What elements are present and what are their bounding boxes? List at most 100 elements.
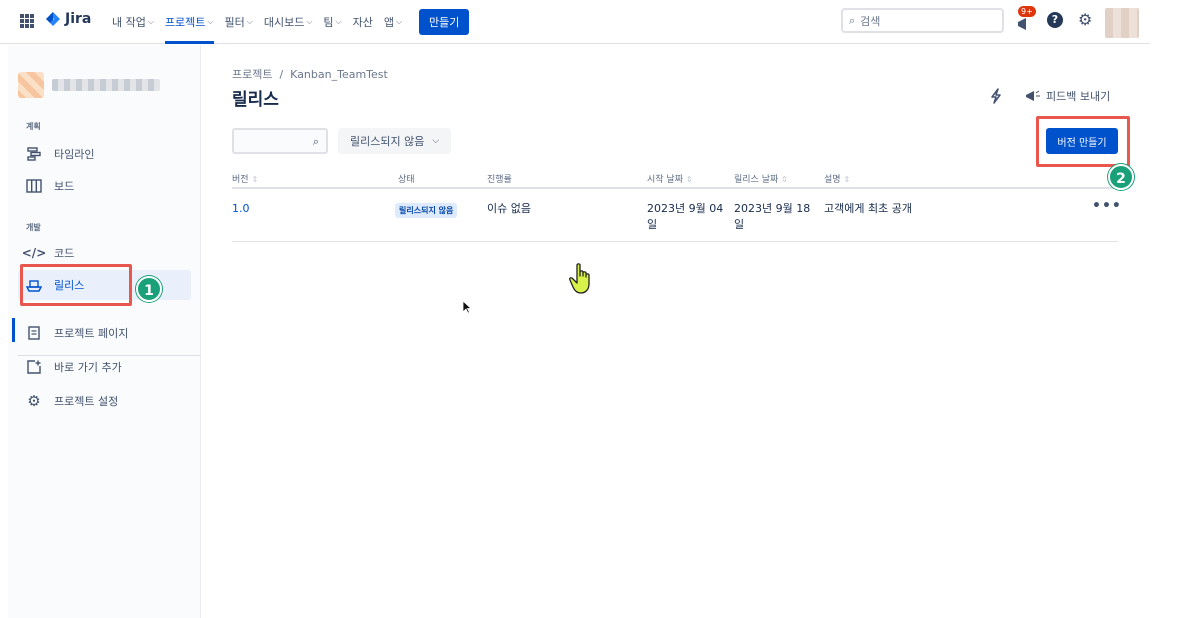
release-date: 2023년 9월 18 일 [734,202,811,231]
chevron-down-icon: ⌵ [432,136,440,146]
nav-label: 대시보드 [263,16,305,29]
version-search-input[interactable]: ⌕ [232,128,328,154]
column-label: 진행률 [487,175,512,185]
chevron-down-icon: ⌵ [335,17,342,26]
sidebar-item-project-settings[interactable]: ⚙ 프로젝트 설정 [18,386,191,416]
version-link[interactable]: 1.0 [232,201,250,217]
hand-cursor-icon [568,263,594,302]
project-sidebar: 계획 타임라인 보드 개발 </> 코드 릴리스 프로젝트 페이지 바로 가기 … [8,45,201,618]
table-row-divider [232,241,1118,242]
sidebar-item-timeline[interactable]: 타임라인 [18,139,191,169]
chevron-down-icon: ⌵ [246,17,253,26]
highlight-box-releases [20,264,132,306]
notifications-button[interactable]: 9+ [1015,6,1037,32]
search-icon: ⌕ [312,135,319,148]
sort-icon: ⇕ [685,175,693,184]
megaphone-icon [1018,18,1026,30]
nav-projects[interactable]: 프로젝트 ⌵ [164,0,214,44]
nav-dashboards[interactable]: 대시보드 ⌵ [264,0,313,44]
feedback-button[interactable]: 피드백 보내기 [1025,88,1110,104]
lightning-icon[interactable] [990,88,1002,108]
release-status-filter[interactable]: 릴리스되지 않음 ⌵ [338,128,452,154]
step-badge-2: 2 [1108,164,1134,190]
page-title: 릴리스 [232,90,279,110]
page-icon [26,325,42,341]
feedback-label: 피드백 보내기 [1046,90,1111,103]
column-header-version[interactable]: 버전 ⇕ [232,172,258,185]
chevron-down-icon: ⌵ [395,17,403,26]
arrow-cursor-icon [462,300,473,317]
nav-apps[interactable]: 앱 ⌵ [384,0,402,44]
column-label: 설명 [824,175,841,185]
jira-logo[interactable]: Jira [45,11,91,27]
app-switcher-icon[interactable] [20,14,34,28]
sort-icon: ⇕ [781,175,788,184]
code-icon: </> [21,246,47,260]
nav-label: 자산 [352,16,373,29]
step-badge-1: 1 [136,276,162,302]
jira-logo-icon [46,12,60,26]
sidebar-item-board[interactable]: 보드 [18,171,191,201]
sidebar-item-label: 코드 [54,247,75,260]
nav-label: 내 작업 [112,16,146,29]
nav-teams[interactable]: 팀 ⌵ [323,0,341,44]
column-header-start-date[interactable]: 시작 날짜 ⇕ [647,172,693,185]
column-label: 버전 [232,175,249,185]
filter-label: 릴리스되지 않음 [350,135,425,148]
nav-my-work[interactable]: 내 작업 ⌵ [112,0,154,44]
chevron-down-icon: ⌵ [147,17,154,26]
section-label-planning: 계획 [26,122,41,131]
column-header-description[interactable]: 설명 ⇕ [824,172,850,185]
column-header-status: 상태 [398,172,415,185]
nav-label: 필터 [224,16,245,29]
megaphone-icon [1026,90,1040,101]
sidebar-item-label: 프로젝트 설정 [54,395,119,408]
create-button[interactable]: 만들기 [419,9,470,35]
chevron-down-icon: ⌵ [306,17,313,26]
column-header-release-date[interactable]: 릴리스 날짜 ⇕ [734,172,788,185]
progress-text: 이슈 없음 [487,202,531,215]
sidebar-item-label: 프로젝트 페이지 [54,327,129,340]
sidebar-item-project-pages[interactable]: 프로젝트 페이지 [18,318,191,348]
start-date: 2023년 9월 04 일 [647,202,724,231]
user-avatar[interactable] [1105,8,1139,38]
nav-label: 팀 [323,16,334,29]
highlight-box-create-version [1036,116,1130,167]
timeline-icon [26,146,42,162]
nav-label: 프로젝트 [164,16,206,29]
more-actions-icon[interactable]: ••• [1092,198,1122,214]
search-icon: ⌕ [849,13,856,27]
sidebar-item-label: 바로 가기 추가 [54,361,122,374]
sort-icon: ⇕ [843,175,851,184]
section-label-development: 개발 [26,223,41,232]
notification-badge: 9+ [1018,6,1036,17]
project-name-blurred [52,79,160,91]
column-label: 릴리스 날짜 [734,175,779,185]
top-navigation: Jira 내 작업 ⌵ 프로젝트 ⌵ 필터 ⌵ 대시보드 ⌵ 팀 ⌵ 자산 앱 ⌵ 만들기 … [0,0,1150,44]
column-label: 상태 [398,175,415,185]
status-badge: 릴리스되지 않음 [395,203,458,218]
chevron-down-icon: ⌵ [207,17,214,26]
sort-icon: ⇕ [251,175,259,184]
description: 고객에게 최초 공개 [824,202,912,215]
sidebar-item-add-shortcut[interactable]: 바로 가기 추가 [18,352,191,382]
column-header-progress: 진행률 [487,172,512,185]
nav-filters[interactable]: 필터 ⌵ [225,0,253,44]
search-placeholder: 검색 [860,14,881,28]
table-header-divider [232,187,1118,189]
sidebar-item-label: 타임라인 [54,148,95,161]
nav-assets[interactable]: 자산 [353,0,373,44]
help-icon[interactable]: ? [1047,12,1063,28]
nav-label: 앱 [383,16,394,29]
add-shortcut-icon [26,359,42,375]
logo-text: Jira [65,11,92,27]
project-header[interactable] [18,69,168,101]
selected-indicator [12,318,15,342]
settings-icon: ⚙ [27,392,41,410]
sidebar-item-label: 보드 [54,180,75,193]
search-input[interactable]: ⌕ 검색 [841,8,1004,33]
project-avatar [18,72,44,98]
breadcrumb[interactable]: 프로젝트 / Kanban_TeamTest [232,66,388,82]
settings-gear-icon[interactable]: ⚙ [1078,10,1092,29]
column-label: 시작 날짜 [647,175,683,185]
